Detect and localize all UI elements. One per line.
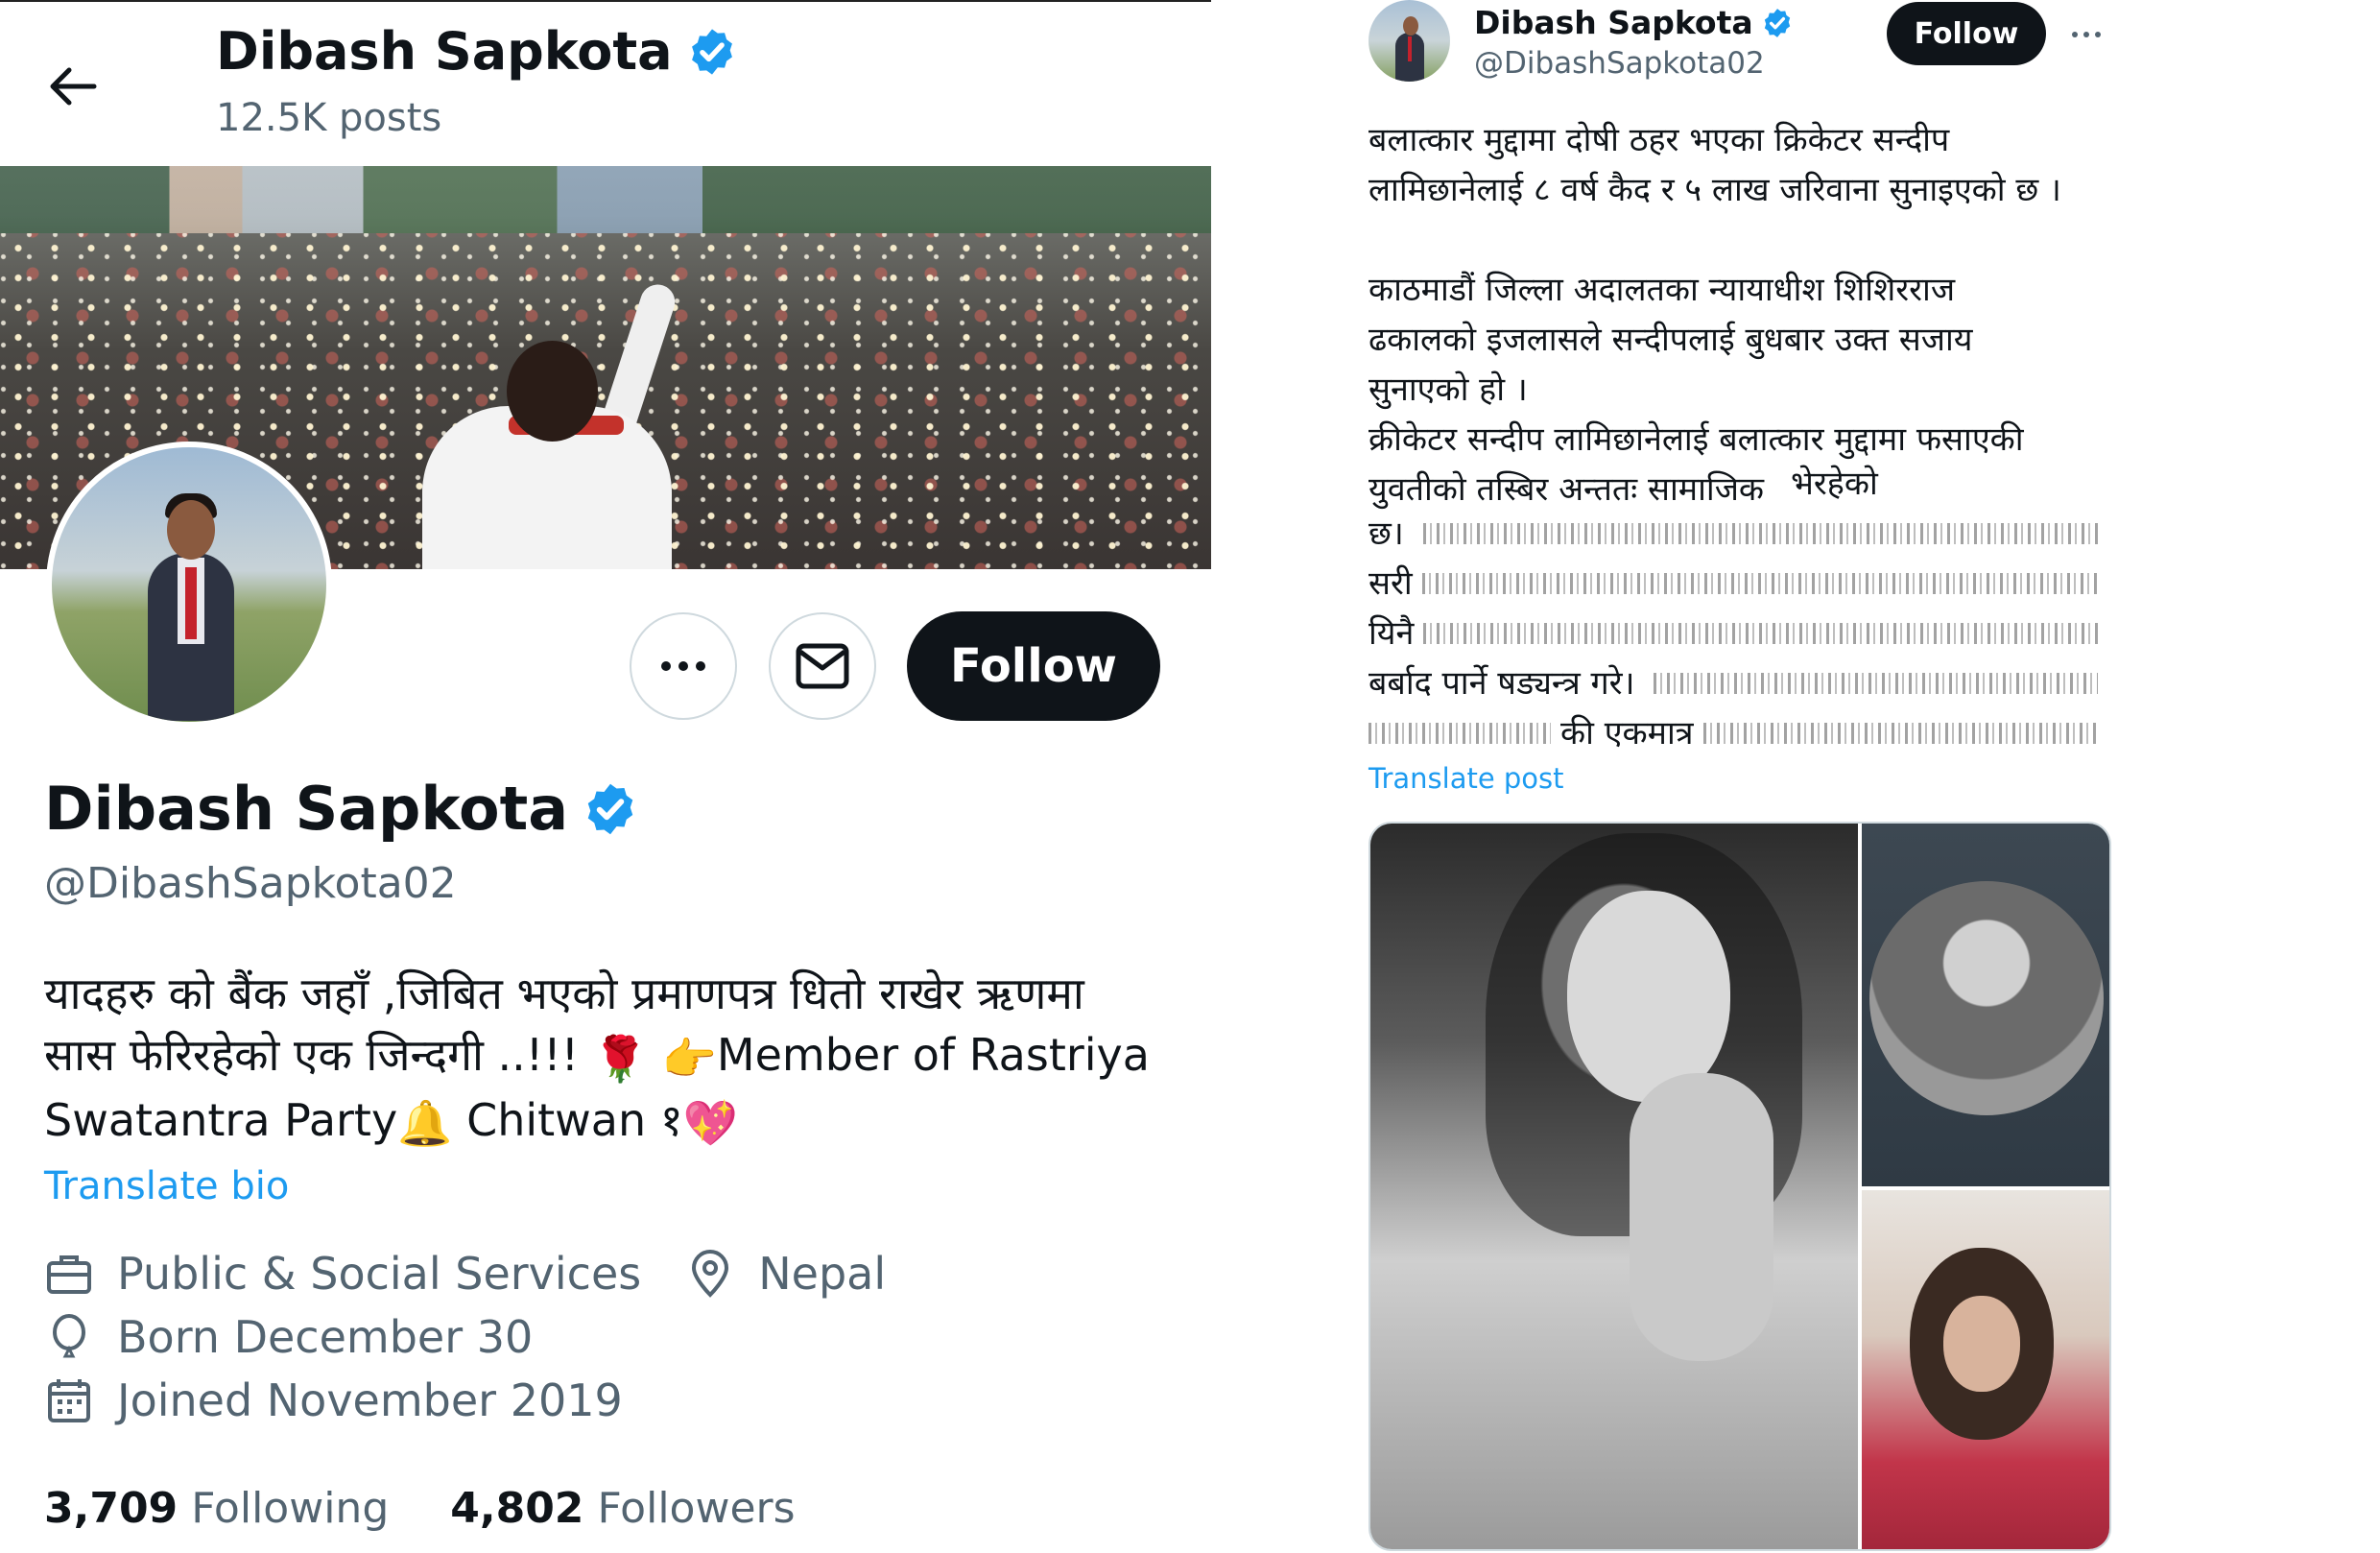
message-button[interactable] (769, 612, 876, 720)
garbled-fragment-1: छ। (1368, 514, 1404, 553)
mail-icon (796, 643, 849, 689)
more-icon (2072, 32, 2101, 37)
tweet-follow-button[interactable]: Follow (1887, 2, 2046, 65)
back-arrow-icon[interactable] (40, 53, 107, 120)
banner-skyline (0, 166, 1211, 243)
profile-location: Nepal (758, 1248, 887, 1300)
profile-category: Public & Social Services (117, 1248, 642, 1300)
tweet-author-row[interactable]: Dibash Sapkota (1474, 4, 1794, 41)
top-divider (0, 0, 1211, 2)
translate-post-link[interactable]: Translate post (1368, 762, 1564, 795)
banner-speaker (422, 279, 691, 569)
tweet-more-button[interactable] (2058, 6, 2115, 63)
profile-joined: Joined November 2019 (117, 1374, 623, 1426)
profile-handle: @DibashSapkota02 (44, 859, 457, 908)
post-count: 12.5K posts (216, 96, 442, 140)
header-name: Dibash Sapkota (216, 21, 673, 82)
header-title: Dibash Sapkota (216, 21, 738, 82)
tweet-author-name: Dibash Sapkota (1474, 4, 1753, 41)
garbled-fragment-0: भेरहेको (1791, 465, 1878, 503)
tweet-text-garbled: भेरहेको छ। सरी यिनै बर्बाद पार्ने षड्यन्… (1368, 465, 2098, 753)
avatar[interactable] (46, 442, 332, 728)
tweet-text: बलात्कार मुद्दामा दोषी ठहर भएका क्रिकेटर… (1368, 121, 2061, 509)
briefcase-icon (47, 1255, 91, 1294)
followers-label: Followers (597, 1484, 796, 1533)
more-icon (661, 661, 705, 671)
balloon-icon (53, 1314, 85, 1358)
more-button[interactable] (630, 612, 737, 720)
tweet-image-2[interactable] (1862, 824, 2109, 1186)
translate-bio-link[interactable]: Translate bio (44, 1164, 289, 1208)
location-pin-icon (692, 1250, 729, 1298)
profile-bio: यादहरु को बैंक जहाँ ,जिबित भएको प्रमाणपत… (44, 963, 1177, 1154)
follow-counts: 3,709 Following 4,802 Followers (44, 1484, 796, 1533)
tweet-panel: Dibash Sapkota @DibashSapkota02 Follow ब… (1211, 0, 2380, 1553)
heart-emoji: 💖 (682, 1097, 738, 1149)
profile-meta-row-2: Born December 30 (44, 1311, 533, 1363)
verified-badge-icon (691, 28, 732, 75)
rose-emoji: 🌹 (592, 1032, 649, 1085)
following-link[interactable]: 3,709 Following (44, 1484, 389, 1533)
tweet-author-handle: @DibashSapkota02 (1474, 46, 1765, 81)
profile-birthday: Born December 30 (117, 1311, 534, 1363)
profile-meta-row-3: Joined November 2019 (44, 1374, 623, 1426)
bio-line-2: सास फेरिरहेको एक जिन्दगी ..!!! 🌹 👉Member… (44, 1024, 1177, 1089)
profile-name-row: Dibash Sapkota (44, 774, 639, 844)
garbled-fragment-3: यिनै (1368, 614, 1415, 653)
pointing-hand-emoji: 👉 (661, 1032, 717, 1085)
profile-meta-row-1: Public & Social Services Nepal (44, 1248, 886, 1300)
bio-line-3: Swatantra Party🔔 Chitwan १💖 (44, 1089, 1177, 1155)
calendar-icon (48, 1379, 90, 1422)
tweet-media-grid (1368, 822, 2111, 1551)
bio-line-1: यादहरु को बैंक जहाँ ,जिबित भएको प्रमाणपत… (44, 968, 1084, 1019)
profile-panel: Dibash Sapkota 12.5K posts Follow Dibash… (0, 0, 1211, 1553)
verified-badge-icon (1764, 8, 1790, 37)
tweet-image-3[interactable] (1862, 1190, 2109, 1549)
bell-emoji: 🔔 (397, 1097, 453, 1149)
followers-link[interactable]: 4,802 Followers (450, 1484, 795, 1533)
tweet-image-1[interactable] (1370, 824, 1858, 1549)
garbled-fragment-2: सरी (1368, 564, 1413, 603)
following-label: Following (191, 1484, 390, 1533)
profile-name: Dibash Sapkota (44, 774, 569, 844)
tweet-avatar[interactable] (1368, 0, 1450, 82)
follow-button[interactable]: Follow (907, 611, 1160, 721)
verified-badge-icon (587, 783, 633, 834)
garbled-fragment-5: की एकमात्र (1560, 714, 1694, 753)
followers-count: 4,802 (450, 1484, 584, 1533)
following-count: 3,709 (44, 1484, 178, 1533)
garbled-fragment-4: बर्बाद पार्ने षड्यन्त्र गरे। (1368, 664, 1635, 703)
